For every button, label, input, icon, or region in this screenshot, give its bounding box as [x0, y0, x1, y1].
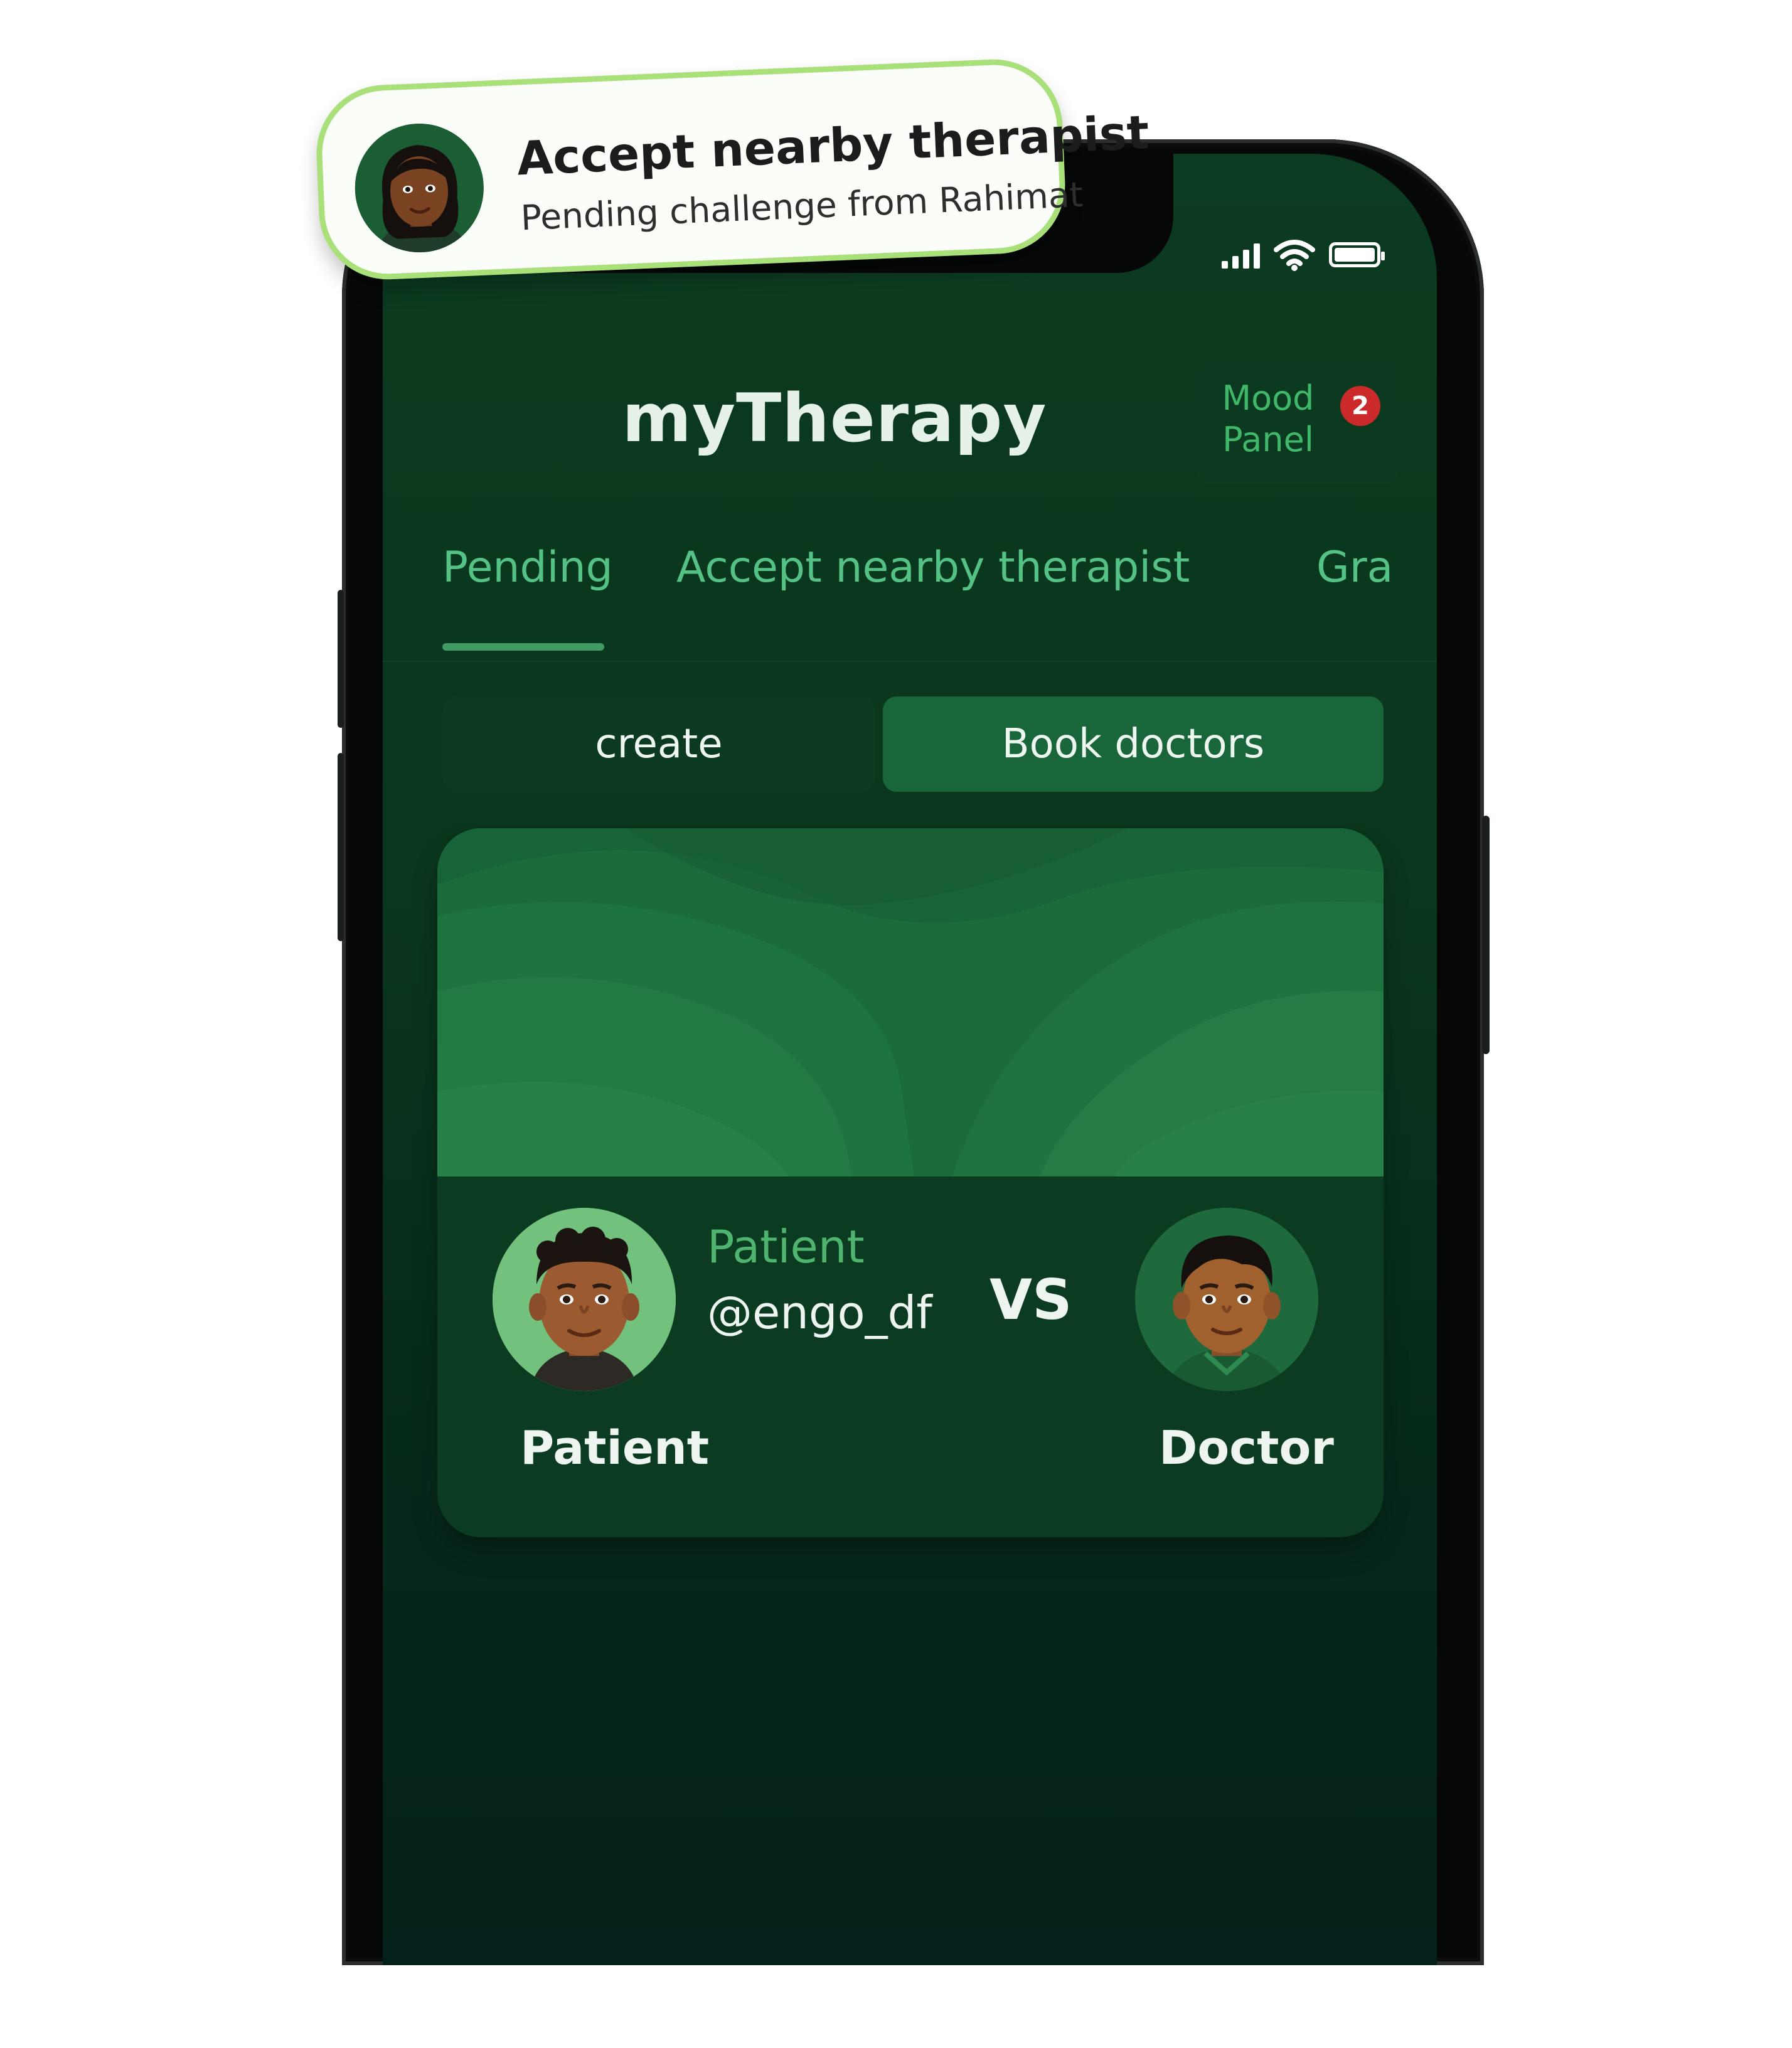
app-screen: myTherapy Mood Panel 2 Pending Accept ne… [383, 154, 1437, 1965]
player-role: Patient [707, 1220, 865, 1273]
book-doctors-button[interactable]: Book doctors [883, 696, 1384, 792]
tab-pending[interactable]: Pending [442, 543, 613, 592]
card-banner-image [437, 828, 1384, 1176]
versus-label: VS [989, 1267, 1072, 1332]
create-button[interactable]: create [442, 696, 875, 792]
doctor-label: Doctor [1159, 1421, 1334, 1475]
tab-gra[interactable]: Gra [1316, 543, 1393, 592]
mood-panel-button[interactable]: Mood Panel 2 [1195, 353, 1399, 485]
patient-avatar[interactable] [493, 1208, 676, 1391]
notification-subtitle: Pending challenge from Rahimat [520, 174, 1084, 238]
tab-accept-nearby-therapist[interactable]: Accept nearby therapist [676, 543, 1190, 592]
doctor-avatar[interactable] [1135, 1208, 1318, 1391]
player-handle: @engo_df [707, 1286, 932, 1339]
phone-power-button [1482, 816, 1490, 1054]
page: myTherapy Mood Panel 2 Pending Accept ne… [0, 0, 1792, 2048]
status-bar [1222, 238, 1385, 271]
match-card[interactable]: Patient @engo_df VS Patient Doctor [437, 828, 1384, 1537]
mood-panel-label: Mood Panel [1218, 378, 1318, 461]
mood-panel-label-line1: Mood [1222, 378, 1315, 418]
phone-side-button [338, 590, 344, 728]
signal-icon [1222, 241, 1260, 269]
notification-toast[interactable]: Accept nearby therapist Pending challeng… [314, 56, 1150, 282]
notification-title: Accept nearby therapist [516, 105, 1150, 186]
sender-avatar [352, 120, 487, 255]
mood-panel-label-line2: Panel [1222, 420, 1314, 459]
wifi-icon [1274, 240, 1315, 271]
active-tab-indicator [442, 643, 604, 651]
card-body: Patient @engo_df VS Patient Doctor [437, 1176, 1384, 1537]
app-title: myTherapy [622, 380, 1047, 457]
tab-bar: Pending Accept nearby therapist Gra [383, 543, 1437, 662]
notification-badge: 2 [1340, 386, 1380, 426]
battery-icon [1329, 242, 1385, 267]
patient-label: Patient [520, 1421, 710, 1475]
phone-side-button [338, 753, 344, 941]
